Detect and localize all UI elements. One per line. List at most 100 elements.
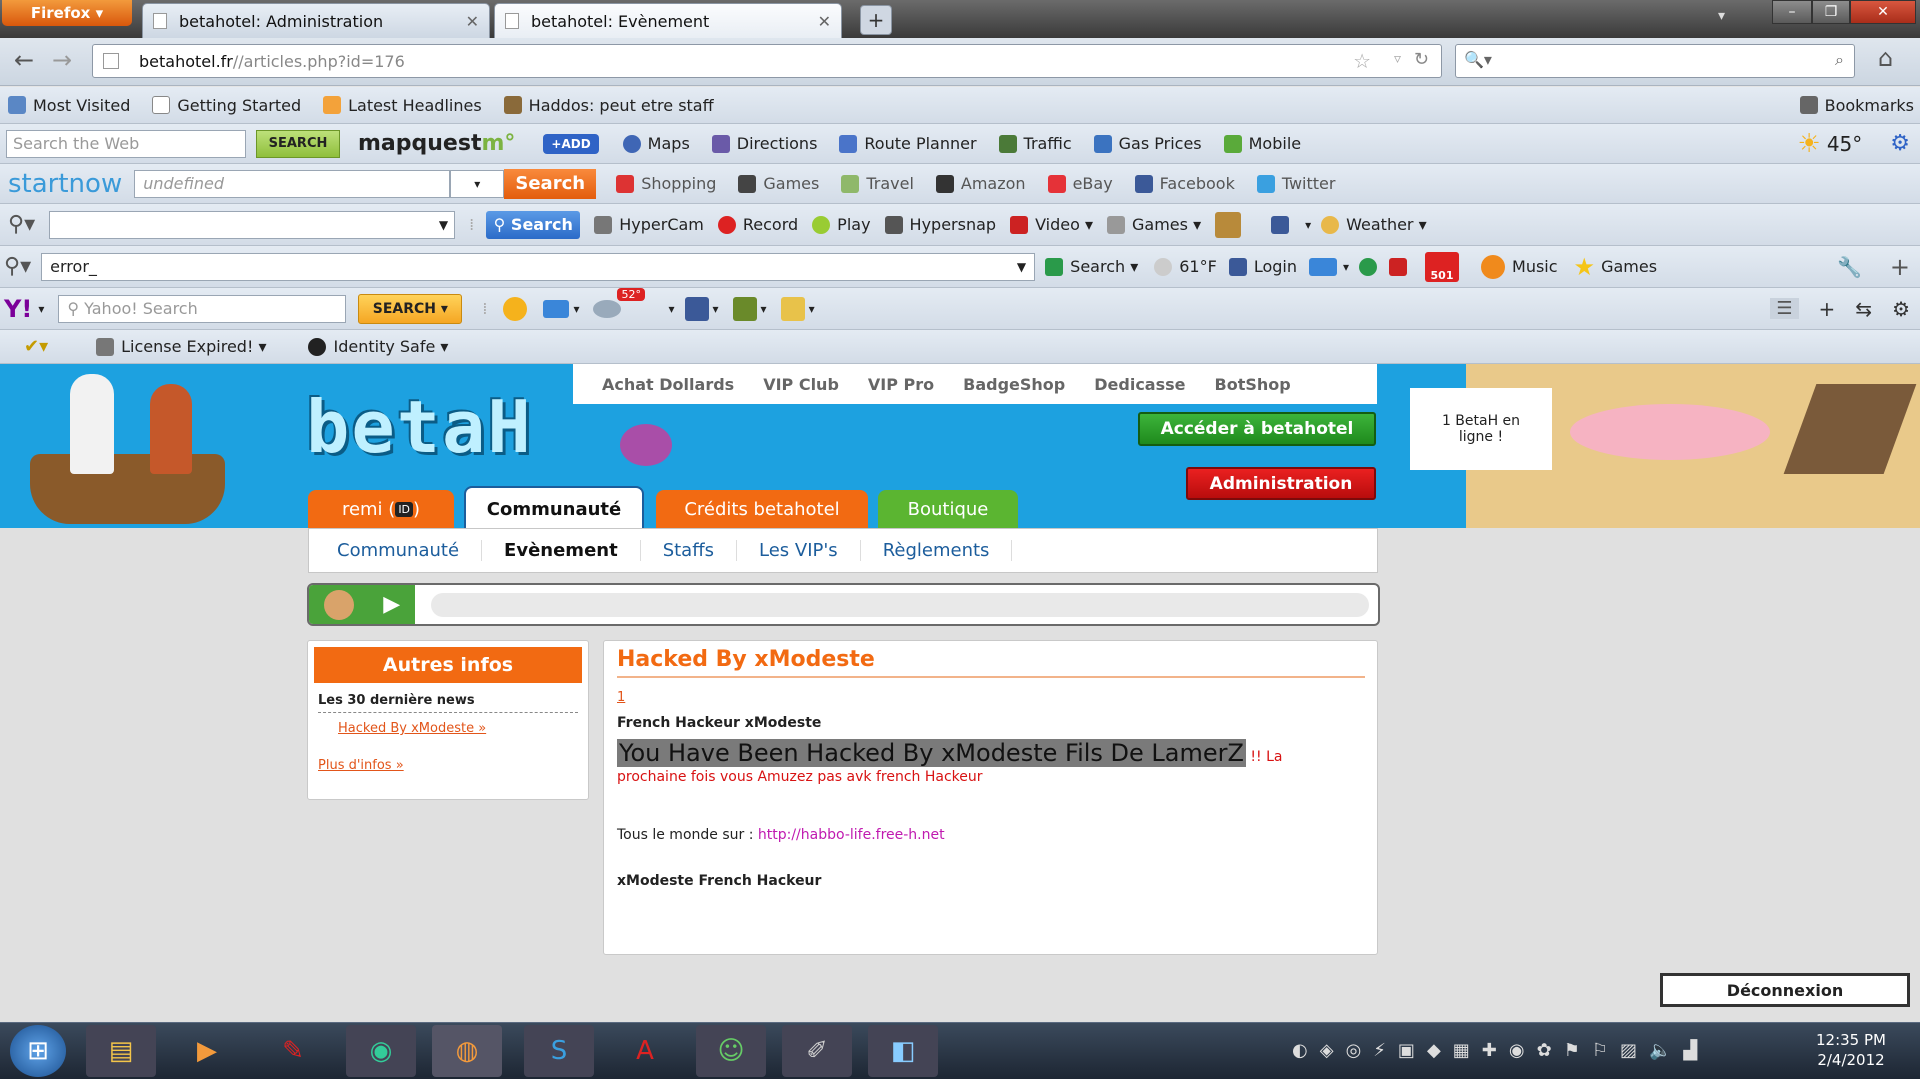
license-menu[interactable]: License Expired! ▾ <box>96 337 266 356</box>
tray-icon[interactable]: ✚ <box>1482 1040 1497 1061</box>
top-menu-vip-pro[interactable]: VIP Pro <box>868 375 934 394</box>
weather-menu[interactable]: Weather ▾ <box>1321 215 1427 234</box>
chrome-taskbar-icon[interactable]: ◉ <box>346 1025 416 1077</box>
startnow-logo[interactable]: startnow <box>8 169 122 199</box>
video-link[interactable]: Video ▾ <box>1010 215 1093 234</box>
login-link[interactable]: Login <box>1228 257 1297 276</box>
subnav-vips[interactable]: Les VIP's <box>737 540 861 561</box>
tray-icon[interactable]: ◆ <box>1427 1040 1441 1061</box>
facebook-icon[interactable] <box>684 296 709 321</box>
close-icon[interactable]: ✕ <box>818 12 831 31</box>
ebay-link[interactable]: eBay <box>1047 174 1113 193</box>
checkmark-icon[interactable]: ✔▾ <box>24 336 48 357</box>
music-link[interactable]: Music <box>1481 254 1558 279</box>
mapquest-search-button[interactable]: SEARCH <box>256 129 340 158</box>
swap-icon[interactable]: ⇆ <box>1855 297 1872 321</box>
top-menu-botshop[interactable]: BotShop <box>1215 375 1291 394</box>
external-link[interactable]: http://habbo-life.free-h.net <box>758 827 945 843</box>
add-icon[interactable]: + <box>1890 253 1910 281</box>
play-icon[interactable]: ▶ <box>383 592 400 617</box>
minimize-button[interactable]: – <box>1772 0 1812 24</box>
top-menu-dedicasse[interactable]: Dedicasse <box>1094 375 1185 394</box>
page-number-link[interactable]: 1 <box>617 690 1377 705</box>
travel-link[interactable]: Travel <box>841 174 914 193</box>
home-icon[interactable]: ⌂ <box>1878 44 1893 72</box>
dropdown-icon[interactable]: ▾ <box>38 302 44 316</box>
explorer-taskbar-icon[interactable]: ▤ <box>86 1025 156 1077</box>
volume-icon[interactable]: 🔈 <box>1649 1040 1671 1061</box>
bookmark-most-visited[interactable]: Most Visited <box>8 96 130 115</box>
twitter-link[interactable]: Twitter <box>1256 174 1335 193</box>
amazon-link[interactable]: Amazon <box>935 174 1026 193</box>
list-icon[interactable]: ☰ <box>1770 298 1799 319</box>
skype-taskbar-icon[interactable]: S <box>524 1025 594 1077</box>
notifications-icon[interactable]: 501 <box>1425 251 1460 282</box>
firefox-menu-button[interactable]: Firefox ▾ <box>2 0 132 26</box>
tab-boutique[interactable]: Boutique <box>878 490 1018 528</box>
add-icon[interactable]: + <box>1819 297 1836 321</box>
tray-icon[interactable]: ▦ <box>1453 1040 1470 1061</box>
search-bar[interactable]: 🔍▾ ⌕ <box>1455 44 1855 78</box>
access-betahotel-button[interactable]: Accéder à betahotel <box>1138 412 1376 446</box>
route-planner-link[interactable]: Route Planner <box>839 134 977 153</box>
yahoo-logo[interactable]: Y! <box>4 295 32 323</box>
tray-icon[interactable]: ◐ <box>1292 1040 1308 1061</box>
wrench-icon[interactable]: 🔧 <box>1837 255 1862 279</box>
app-taskbar-icon[interactable]: ✎ <box>258 1025 328 1077</box>
top-menu-vip-club[interactable]: VIP Club <box>763 375 839 394</box>
start-button[interactable]: ⊞ <box>10 1025 66 1077</box>
mapquest-search-input[interactable]: Search the Web <box>6 129 246 158</box>
weather-widget[interactable]: 52° <box>593 287 645 318</box>
ebay-icon[interactable] <box>780 296 805 321</box>
pdf-taskbar-icon[interactable]: A <box>610 1025 680 1077</box>
player-progress-bar[interactable] <box>431 593 1369 617</box>
avatar-icon[interactable] <box>1215 211 1242 238</box>
tab-list-icon[interactable]: ▾ <box>1718 8 1725 24</box>
subnav-communaute[interactable]: Communauté <box>309 540 483 561</box>
url-dropdown-icon[interactable]: ▿ <box>1394 51 1401 67</box>
games-link[interactable]: Games <box>738 174 819 193</box>
search-icon[interactable]: ⚲▾ <box>4 254 31 279</box>
firefox-taskbar-icon[interactable]: ◍ <box>432 1025 502 1077</box>
weather-widget[interactable]: ☀ 45° <box>1798 129 1863 159</box>
tray-icon[interactable]: ▨ <box>1620 1040 1637 1061</box>
tray-icon[interactable]: ◎ <box>1346 1040 1362 1061</box>
facebook-link[interactable]: Facebook <box>1134 174 1235 193</box>
app-icon[interactable] <box>732 296 757 321</box>
gear-icon[interactable]: ⚙ <box>1890 131 1910 156</box>
traffic-link[interactable]: Traffic <box>998 134 1072 153</box>
tab-evenement[interactable]: betahotel: Evènement ✕ <box>494 3 842 38</box>
bookmark-getting-started[interactable]: Getting Started <box>152 96 301 115</box>
record-link[interactable]: Record <box>717 215 798 234</box>
flag-icon[interactable]: ⚐ <box>1592 1040 1608 1061</box>
mail-icon[interactable] <box>1308 257 1337 276</box>
top-menu-badgeshop[interactable]: BadgeShop <box>963 375 1065 394</box>
media-player-taskbar-icon[interactable]: ▶ <box>172 1025 242 1077</box>
forward-icon[interactable]: → <box>52 46 72 74</box>
tab-communaute[interactable]: Communauté <box>464 486 644 530</box>
startnow-dropdown[interactable]: ▾ <box>450 169 505 198</box>
mail-icon[interactable] <box>543 299 570 318</box>
search-icon[interactable]: ⚲▾ <box>8 212 35 237</box>
search-engine-icon[interactable]: 🔍▾ <box>1464 50 1492 69</box>
top-menu-achat-dollards[interactable]: Achat Dollards <box>602 375 734 394</box>
games-link[interactable]: ★ Games <box>1574 253 1657 281</box>
emoji-icon[interactable] <box>503 296 528 321</box>
hypercam-search-input[interactable]: ▼ <box>49 210 456 239</box>
tray-icon[interactable]: ◉ <box>1509 1040 1525 1061</box>
tray-icon[interactable]: ⚡ <box>1373 1040 1386 1061</box>
startnow-search-button[interactable]: Search <box>504 168 597 199</box>
maximize-button[interactable]: ❐ <box>1812 0 1850 24</box>
identity-safe-menu[interactable]: Identity Safe ▾ <box>308 337 448 356</box>
close-window-button[interactable]: ✕ <box>1850 0 1916 24</box>
network-icon[interactable]: ▟ <box>1683 1040 1697 1061</box>
yahoo-search-button[interactable]: SEARCH ▾ <box>358 293 463 324</box>
logout-button[interactable]: Déconnexion <box>1660 973 1910 1007</box>
hypersnap-link[interactable]: Hypersnap <box>884 215 996 234</box>
yahoo-search-input[interactable]: ⚲ Yahoo! Search <box>58 294 347 323</box>
back-icon[interactable]: ← <box>14 46 34 74</box>
error-search-input[interactable]: error_ ▼ <box>41 252 1036 281</box>
tray-icon[interactable]: ⚑ <box>1564 1040 1580 1061</box>
hypercam-search-button[interactable]: ⚲ Search <box>486 210 581 239</box>
subnav-reglements[interactable]: Règlements <box>861 540 1013 561</box>
